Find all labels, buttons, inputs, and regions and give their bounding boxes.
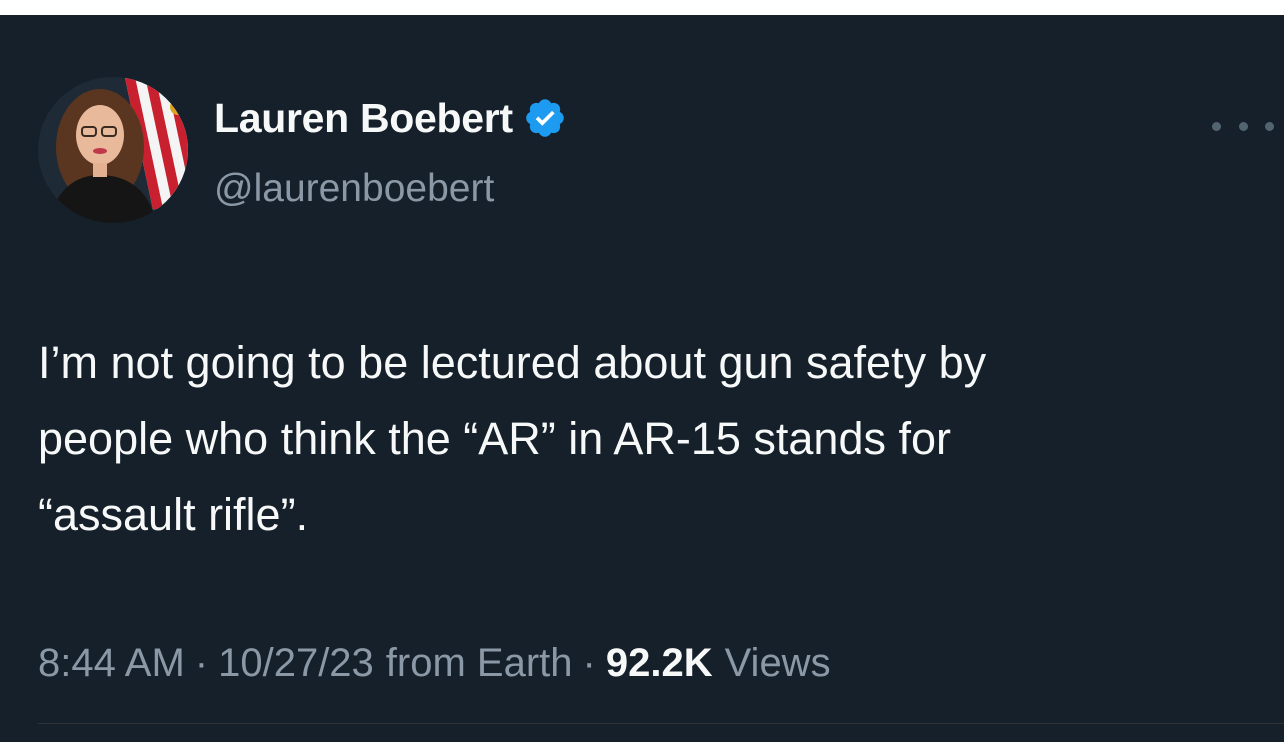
views-label: Views	[724, 641, 831, 685]
views-count[interactable]: 92.2K	[606, 641, 713, 686]
tweet-time[interactable]: 8:44 AM	[38, 641, 185, 686]
tweet-text: I’m not going to be lectured about gun s…	[38, 337, 987, 540]
tweet-card: Lauren Boebert @laurenboebert I’m not go…	[0, 15, 1284, 742]
avatar-image	[38, 77, 188, 223]
author-display-name[interactable]: Lauren Boebert	[214, 95, 513, 142]
avatar[interactable]	[38, 77, 188, 223]
author-handle[interactable]: @laurenboebert	[214, 167, 494, 211]
tweet-date[interactable]: 10/27/23	[218, 641, 374, 686]
more-dot	[1265, 121, 1274, 131]
more-dot	[1212, 121, 1221, 131]
author-name-row: Lauren Boebert	[214, 93, 567, 143]
tweet-meta: 8:44 AM · 10/27/23 from Earth · 92.2K Vi…	[38, 641, 831, 686]
more-dot	[1238, 121, 1248, 131]
tweet-source: from Earth	[385, 641, 573, 685]
divider	[38, 723, 1284, 724]
verified-badge-icon[interactable]	[523, 96, 567, 140]
meta-separator: ·	[582, 641, 596, 685]
more-options-icon[interactable]	[1212, 111, 1274, 141]
meta-separator: ·	[194, 641, 209, 685]
